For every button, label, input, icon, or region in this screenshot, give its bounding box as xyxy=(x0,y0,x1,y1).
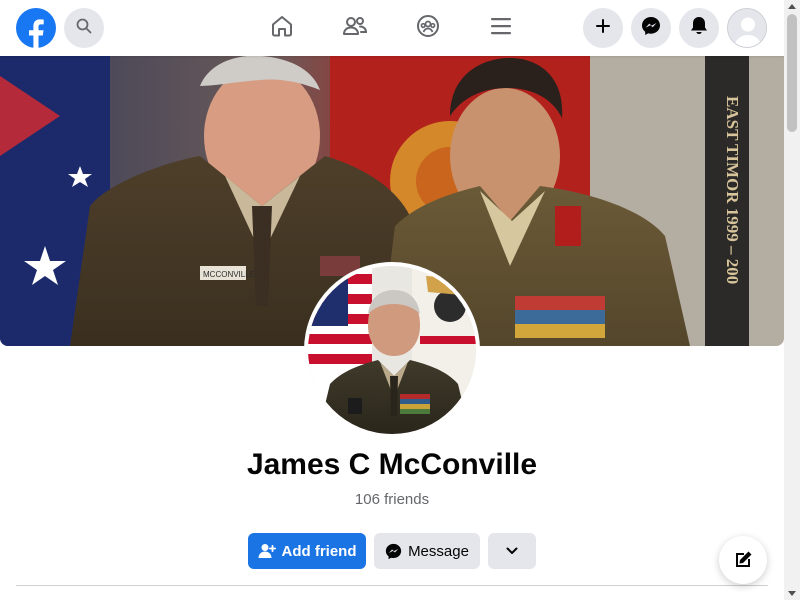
groups-icon xyxy=(416,14,440,43)
account-avatar[interactable] xyxy=(727,8,767,48)
create-button[interactable] xyxy=(583,8,623,48)
add-friend-button[interactable]: Add friend xyxy=(248,533,366,569)
chevron-down-icon xyxy=(506,547,518,554)
home-icon xyxy=(270,14,294,43)
bell-icon xyxy=(690,16,708,41)
nav-friends[interactable] xyxy=(335,8,375,48)
nav-groups[interactable] xyxy=(408,8,448,48)
new-message-button[interactable] xyxy=(719,536,767,584)
scroll-down-arrow-icon[interactable] xyxy=(788,591,796,596)
nav-menu[interactable] xyxy=(481,8,521,48)
profile-picture[interactable] xyxy=(304,262,480,438)
search-icon xyxy=(76,18,92,39)
message-button[interactable]: Message xyxy=(374,533,480,569)
profile-name: James C McConville xyxy=(246,448,538,481)
menu-icon xyxy=(490,16,512,41)
search-button[interactable] xyxy=(64,8,104,48)
more-options-button[interactable] xyxy=(488,533,536,569)
top-navigation-bar xyxy=(0,0,784,56)
nav-home[interactable] xyxy=(262,8,302,48)
avatar-placeholder-icon xyxy=(728,9,766,47)
page-scrollbar[interactable] xyxy=(784,0,800,600)
scroll-up-arrow-icon[interactable] xyxy=(788,4,796,9)
scrollbar-thumb[interactable] xyxy=(787,14,797,132)
add-friend-icon xyxy=(258,544,276,558)
messenger-icon xyxy=(385,543,402,559)
friends-icon xyxy=(342,14,368,43)
messenger-icon xyxy=(641,16,661,41)
friends-count[interactable]: 106 friends xyxy=(0,491,784,508)
messenger-button[interactable] xyxy=(631,8,671,48)
cover-banner-text: EAST TIMOR 1999 – 200 xyxy=(723,96,742,284)
cover-nametag-text: MCCONVILLE xyxy=(203,270,255,279)
notifications-button[interactable] xyxy=(679,8,719,48)
message-label: Message xyxy=(408,542,469,560)
section-divider xyxy=(16,585,768,586)
add-friend-label: Add friend xyxy=(281,542,357,560)
compose-icon xyxy=(736,551,752,567)
facebook-logo-icon[interactable] xyxy=(16,8,56,48)
plus-icon xyxy=(595,18,611,39)
profile-picture-image xyxy=(308,266,476,434)
